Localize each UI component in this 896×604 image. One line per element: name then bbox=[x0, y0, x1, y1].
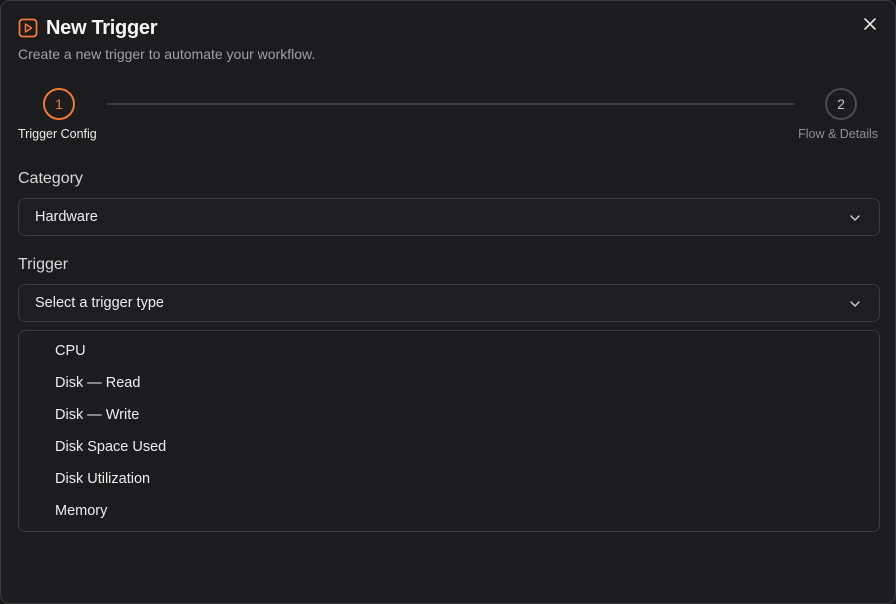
step-1-label: Trigger Config bbox=[18, 127, 97, 141]
dialog-title: New Trigger bbox=[46, 17, 158, 39]
trigger-label: Trigger bbox=[18, 256, 69, 273]
trigger-dropdown-list: CPU Disk — Read Disk — Write Disk Space … bbox=[18, 330, 880, 532]
trigger-option-disk-space-used[interactable]: Disk Space Used bbox=[19, 431, 879, 463]
category-label: Category bbox=[18, 170, 83, 187]
step-1-indicator: 1 bbox=[43, 88, 75, 120]
dialog-subtitle: Create a new trigger to automate your wo… bbox=[18, 46, 316, 62]
step-2-label: Flow & Details bbox=[798, 127, 878, 141]
trigger-select[interactable]: Select a trigger type bbox=[18, 284, 880, 322]
trigger-option-memory[interactable]: Memory bbox=[19, 495, 879, 527]
step-connector bbox=[107, 103, 795, 105]
category-value: Hardware bbox=[35, 209, 98, 225]
close-icon bbox=[864, 17, 876, 35]
chevron-down-icon bbox=[849, 298, 861, 310]
trigger-option-disk-read[interactable]: Disk — Read bbox=[19, 367, 879, 399]
step-2-indicator: 2 bbox=[825, 88, 857, 120]
chevron-down-icon bbox=[849, 212, 861, 224]
new-trigger-dialog: New Trigger Create a new trigger to auto… bbox=[0, 0, 896, 604]
trigger-placeholder: Select a trigger type bbox=[35, 295, 164, 311]
trigger-option-cpu[interactable]: CPU bbox=[19, 335, 879, 367]
trigger-option-disk-utilization[interactable]: Disk Utilization bbox=[19, 463, 879, 495]
trigger-option-disk-write[interactable]: Disk — Write bbox=[19, 399, 879, 431]
close-button[interactable] bbox=[859, 15, 881, 37]
category-select[interactable]: Hardware bbox=[18, 198, 880, 236]
play-square-icon bbox=[18, 18, 38, 38]
